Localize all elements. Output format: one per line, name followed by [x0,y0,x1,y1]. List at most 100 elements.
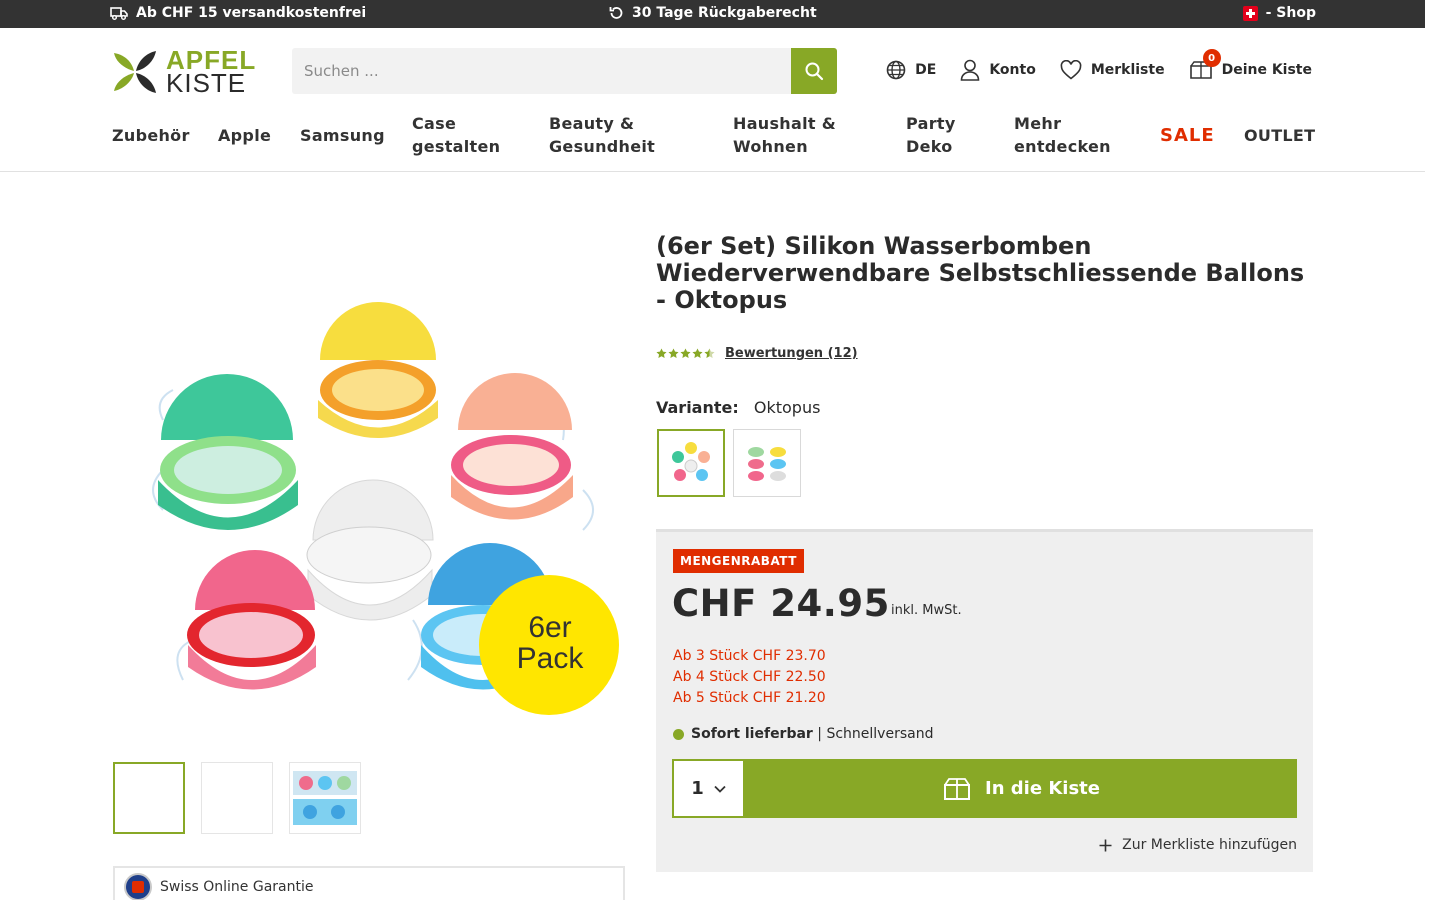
variant-label: Variante: Oktopus [656,398,820,417]
cart-count-badge: 0 [1202,49,1221,67]
star-icon [692,348,703,358]
main-navigation: Zubehör Apple Samsung Case gestalten Bea… [112,112,1315,162]
box-icon [944,777,971,800]
star-icon [656,348,667,358]
stock-available: Sofort lieferbar [691,726,813,742]
search-bar [292,48,837,94]
product-main-image[interactable]: 6er Pack [113,240,625,730]
swiss-guarantee-box[interactable]: Swiss Online Garantie [113,866,625,900]
quantity-discount-badge: MENGENRABATT [673,549,804,573]
pack-badge-line-1: 6er [528,611,572,644]
nav-label-line-1: Case [412,114,457,133]
nav-item-outlet[interactable]: OUTLET [1244,124,1315,147]
nav-label-line-1: Haushalt & [733,114,836,133]
product-price: CHF 24.95 [672,582,890,625]
wishlist-link[interactable]: Merkliste [1060,60,1165,80]
product-title: (6er Set) Silikon Wasserbomben Wiederver… [656,232,1305,314]
shipping-info: Ab CHF 15 versandkostenfrei [110,5,366,21]
variant-selector [657,429,801,497]
variant-2-image [748,447,786,481]
heart-icon [1060,60,1082,80]
buy-box: MENGENRABATT CHF 24.95 inkl. MwSt. Ab 3 … [656,529,1313,872]
thumbnail-2[interactable] [201,762,273,834]
cart-label: Deine Kiste [1221,62,1312,78]
plus-icon [1099,839,1112,851]
variant-key: Variante: [656,398,739,417]
tier-price-row: Ab 5 Stück CHF 21.20 [673,690,826,706]
thumbnail-strip [113,762,361,834]
nav-item-samsung[interactable]: Samsung [300,124,385,147]
star-icon [680,348,691,358]
tier-price-row: Ab 4 Stück CHF 22.50 [673,669,826,685]
nav-item-apple[interactable]: Apple [218,124,271,147]
nav-label-line-2: gestalten [412,137,501,156]
variant-option-oktopus[interactable] [657,429,725,497]
add-to-cart-button[interactable]: In die Kiste [745,759,1297,818]
stock-status: Sofort lieferbar | Schnellversand [673,726,933,742]
variant-option-2[interactable] [733,429,801,497]
thumbnail-3-image [293,771,357,825]
nav-label-line-2: entdecken [1014,137,1111,156]
add-to-wishlist-label: Zur Merkliste hinzufügen [1122,837,1297,853]
nav-label-line-1: Beauty & [549,114,635,133]
header-actions: DE Konto Merkliste 0 Deine Kiste [886,49,1312,81]
pack-badge: 6er Pack [505,612,595,674]
nav-item-case-gestalten[interactable]: Case gestalten [412,112,500,158]
nav-item-zubehoer[interactable]: Zubehör [112,124,190,147]
thumbnail-3[interactable] [289,762,361,834]
reviews-link[interactable]: Bewertungen (12) [725,346,858,361]
in-stock-dot-icon [673,728,684,740]
globe-icon [886,60,906,80]
pack-badge-line-2: Pack [516,642,584,675]
logo-leaf-icon [112,49,158,95]
return-arrow-icon [609,7,623,19]
site-header: APFEL KISTE DE Konto Merkliste 0 Deine K… [0,28,1425,172]
quantity-select[interactable]: 1 [672,759,745,818]
nav-label-line-1: Party [906,114,956,133]
shop-country-switch[interactable]: - Shop [1242,5,1316,21]
half-star-icon [704,348,715,358]
cart-link[interactable]: 0 Deine Kiste [1189,49,1312,80]
star-icon [668,348,679,358]
product-rating: Bewertungen (12) [656,346,858,361]
nav-item-haushalt-wohnen[interactable]: Haushalt & Wohnen [733,112,836,158]
add-to-wishlist-link[interactable]: Zur Merkliste hinzufügen [1099,837,1297,853]
shop-text: - Shop [1265,5,1316,21]
chevron-down-icon [714,785,726,793]
returns-info: 30 Tage Rückgaberecht [608,5,817,21]
returns-text: 30 Tage Rückgaberecht [632,5,817,21]
add-to-cart-label: In die Kiste [985,778,1100,799]
nav-item-party-deko[interactable]: Party Deko [906,112,956,158]
tier-price-row: Ab 3 Stück CHF 23.70 [673,648,826,664]
language-label: DE [915,62,937,78]
logo[interactable]: APFEL KISTE [112,47,255,98]
nav-item-beauty-gesundheit[interactable]: Beauty & Gesundheit [549,112,655,158]
tier-prices: Ab 3 Stück CHF 23.70 Ab 4 Stück CHF 22.5… [673,646,826,709]
nav-item-mehr-entdecken[interactable]: Mehr entdecken [1014,112,1111,158]
top-info-bar: Ab CHF 15 versandkostenfrei 30 Tage Rück… [0,0,1425,28]
quantity-value: 1 [691,778,704,799]
search-input[interactable] [292,48,791,94]
language-switch[interactable]: DE [886,60,936,80]
user-icon [961,59,980,81]
account-link[interactable]: Konto [960,59,1036,81]
truck-icon [110,7,128,20]
search-button[interactable] [791,48,837,94]
nav-label-line-2: Gesundheit [549,137,656,156]
nav-label-line-2: Wohnen [733,137,808,156]
account-label: Konto [989,62,1036,78]
swiss-guarantee-seal-icon [124,873,152,900]
variant-oktopus-image [672,442,710,481]
shipping-text: Ab CHF 15 versandkostenfrei [136,5,367,21]
swiss-flag-icon [1242,5,1258,21]
logo-line-2: KISTE [166,68,247,98]
price-tax-note: inkl. MwSt. [891,603,962,618]
variant-value: Oktopus [753,398,821,417]
thumbnail-1[interactable] [113,762,185,834]
rating-stars [656,348,715,359]
stock-shipping: | Schnellversand [812,726,934,742]
nav-label-line-1: Mehr [1014,114,1062,133]
nav-label-line-2: Deko [906,137,953,156]
guarantee-label: Swiss Online Garantie [160,879,314,895]
nav-item-sale[interactable]: SALE [1160,124,1215,147]
